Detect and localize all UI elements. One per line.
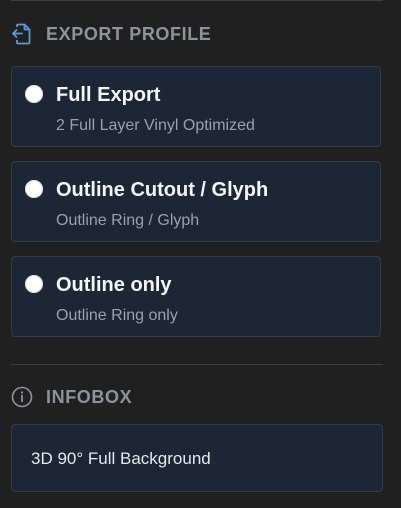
option-title: Full Export	[56, 84, 161, 106]
option-description: Outline Ring only	[56, 307, 178, 324]
export-profile-title: EXPORT PROFILE	[46, 23, 212, 44]
option-full-export[interactable]: Full Export 2 Full Layer Vinyl Optimized	[11, 66, 381, 147]
outline-only-radio[interactable]	[25, 275, 43, 293]
option-description: 2 Full Layer Vinyl Optimized	[56, 117, 255, 134]
option-description: Outline Ring / Glyph	[56, 212, 200, 229]
info-circle-icon	[11, 386, 33, 408]
export-profile-header: EXPORT PROFILE	[11, 23, 211, 45]
option-title: Outline only	[56, 274, 172, 296]
option-outline-only[interactable]: Outline only Outline Ring only	[11, 256, 381, 337]
section-divider	[11, 364, 383, 365]
top-divider	[11, 0, 383, 1]
infobox-title: INFOBOX	[46, 386, 133, 407]
full-export-radio[interactable]	[25, 85, 43, 103]
infobox-header: INFOBOX	[11, 386, 132, 408]
export-settings-panel: EXPORT PROFILE Full Export 2 Full Layer …	[0, 0, 401, 508]
file-export-icon	[11, 23, 33, 45]
infobox-field[interactable]: 3D 90° Full Background	[11, 424, 383, 492]
infobox-value: 3D 90° Full Background	[31, 449, 211, 468]
option-title: Outline Cutout / Glyph	[56, 179, 269, 201]
outline-cutout-glyph-radio[interactable]	[25, 180, 43, 198]
option-outline-cutout-glyph[interactable]: Outline Cutout / Glyph Outline Ring / Gl…	[11, 161, 381, 242]
